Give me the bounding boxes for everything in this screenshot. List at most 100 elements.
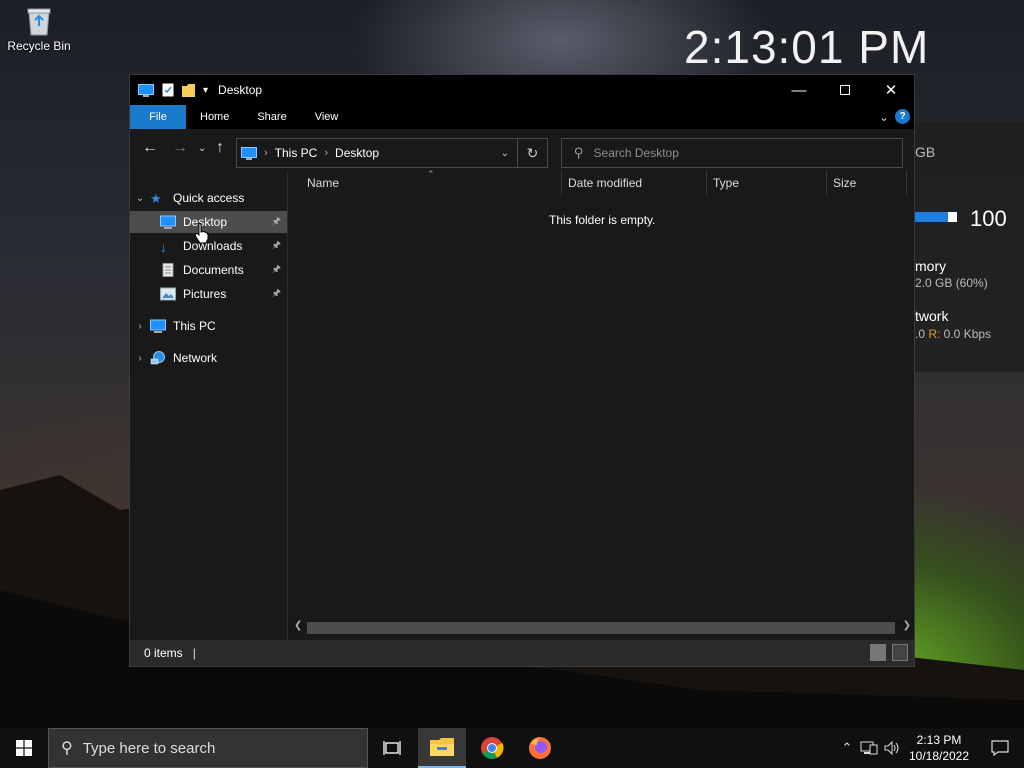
tab-view[interactable]: View	[301, 105, 353, 129]
taskbar-search-box[interactable]: ⚲ Type here to search	[48, 728, 368, 768]
network-status-icon[interactable]	[860, 741, 878, 755]
pin-icon[interactable]: 🖈	[272, 238, 281, 255]
recycle-bin-icon	[25, 6, 53, 36]
scrollbar-thumb[interactable]	[307, 622, 895, 634]
file-explorer-taskbar-button[interactable]	[418, 728, 466, 768]
search-input[interactable]	[593, 146, 874, 160]
sidebar-item-documents[interactable]: Documents 🖈	[130, 259, 287, 281]
customize-toolbar-icon[interactable]: ▾	[203, 85, 208, 96]
tab-share[interactable]: Share	[243, 105, 300, 129]
volume-icon[interactable]	[884, 741, 902, 755]
ribbon-right-controls: ⌄ ?	[879, 109, 910, 124]
download-arrow-icon: ↓	[160, 239, 167, 255]
file-list-pane[interactable]: ⌃ Name Date modified Type Size This fold…	[289, 169, 914, 641]
breadcrumb-this-pc[interactable]: This PC	[275, 146, 318, 160]
task-view-button[interactable]	[368, 728, 416, 768]
start-button[interactable]	[0, 728, 48, 768]
this-pc-icon	[150, 319, 166, 333]
close-icon: ✕	[884, 82, 898, 99]
refresh-icon[interactable]: ↻	[517, 139, 547, 167]
quick-access-toolbar: ▾	[130, 83, 208, 97]
taskbar: ⚲ Type here to search ⌃ 2:13 PM 10/18/20…	[0, 728, 1024, 768]
pin-icon[interactable]: 🖈	[272, 262, 281, 279]
sidebar-item-quick-access[interactable]: ⌄ ★ Quick access	[130, 187, 287, 209]
column-type[interactable]: Type	[707, 171, 827, 195]
network-r-label: R:	[928, 327, 941, 341]
sidebar-item-this-pc[interactable]: › This PC	[130, 315, 287, 337]
breadcrumb-desktop[interactable]: Desktop	[335, 146, 379, 160]
maximize-button[interactable]	[822, 75, 868, 105]
show-hidden-icons-chevron-up-icon[interactable]: ⌃	[838, 740, 856, 756]
cpu-usage-value: 100	[970, 206, 1007, 231]
status-bar: 0 items |	[130, 640, 914, 666]
notification-icon	[991, 740, 1009, 756]
scroll-left-icon[interactable]: ❮	[294, 620, 302, 631]
firefox-taskbar-button[interactable]	[516, 728, 564, 768]
sidebar-item-pictures[interactable]: Pictures 🖈	[130, 283, 287, 305]
pin-icon[interactable]: 🖈	[272, 214, 281, 231]
pin-icon[interactable]: 🖈	[272, 286, 281, 303]
up-arrow-icon[interactable]: ↑	[216, 139, 224, 157]
sidebar-label: This PC	[173, 319, 216, 333]
chevron-right-icon[interactable]: ›	[130, 321, 150, 332]
title-bar[interactable]: ▾ Desktop — ✕	[130, 75, 914, 105]
address-dropdown-icon[interactable]: ⌄	[501, 148, 509, 159]
desktop-folder-icon	[160, 215, 176, 229]
monitor-icon	[138, 83, 154, 97]
network-value: .0 R: 0.0 Kbps	[915, 327, 991, 341]
minimize-button[interactable]: —	[776, 75, 822, 105]
chrome-taskbar-button[interactable]	[468, 728, 516, 768]
address-bar[interactable]: › This PC › Desktop ⌄ ↻	[236, 138, 548, 168]
this-pc-icon	[241, 146, 257, 160]
window-controls: — ✕	[776, 75, 914, 105]
column-name[interactable]: Name	[289, 171, 562, 195]
breadcrumb-separator-icon: ›	[324, 147, 329, 159]
cpu-usage-bar	[915, 212, 957, 222]
maximize-icon	[840, 85, 850, 95]
large-icons-view-button[interactable]	[892, 644, 908, 661]
help-icon[interactable]: ?	[895, 109, 910, 124]
sidebar-label: Pictures	[183, 287, 227, 301]
recent-locations-chevron-icon[interactable]: ⌄	[198, 143, 206, 154]
taskbar-time: 2:13 PM	[916, 733, 962, 747]
action-center-button[interactable]	[980, 728, 1020, 768]
folder-icon	[430, 738, 454, 756]
memory-value: 2.0 GB (60%)	[915, 276, 988, 290]
chevron-right-icon[interactable]: ›	[130, 353, 150, 364]
close-button[interactable]: ✕	[868, 75, 914, 105]
column-date-modified[interactable]: Date modified	[562, 171, 707, 195]
scroll-right-icon[interactable]: ❯	[903, 620, 911, 631]
recycle-bin-desktop-icon[interactable]: Recycle Bin	[4, 6, 74, 53]
file-explorer-window[interactable]: ▾ Desktop — ✕ File Home Share View ⌄ ? ←…	[129, 74, 915, 667]
properties-icon[interactable]	[162, 83, 174, 97]
search-box[interactable]: ⚲	[561, 138, 903, 168]
sidebar-label: Downloads	[183, 239, 243, 253]
tab-home[interactable]: Home	[186, 105, 243, 129]
star-icon: ★	[150, 191, 162, 206]
system-tray: ⌃	[838, 728, 902, 768]
forward-arrow-icon[interactable]: →	[172, 139, 188, 157]
taskbar-clock[interactable]: 2:13 PM 10/18/2022	[904, 732, 974, 764]
search-icon: ⚲	[61, 740, 73, 757]
chevron-down-icon[interactable]: ⌄	[130, 193, 150, 204]
network-value-prefix: .0	[915, 327, 929, 341]
taskbar-date: 10/18/2022	[908, 749, 970, 763]
window-title: Desktop	[218, 83, 263, 97]
back-arrow-icon[interactable]: ←	[142, 139, 158, 157]
column-size[interactable]: Size	[827, 171, 907, 195]
horizontal-scrollbar[interactable]: ❮ ❯	[289, 620, 914, 635]
details-view-button[interactable]	[870, 644, 886, 661]
network-value-suffix: 0.0 Kbps	[940, 327, 992, 341]
sidebar-item-network[interactable]: › Network	[130, 347, 287, 369]
search-icon: ⚲	[574, 145, 584, 160]
minimize-icon: —	[791, 81, 807, 99]
pictures-icon	[160, 287, 176, 301]
expand-ribbon-icon[interactable]: ⌄	[879, 110, 889, 124]
taskbar-search-placeholder: Type here to search	[82, 739, 216, 757]
new-folder-icon[interactable]	[182, 83, 195, 97]
firefox-icon	[529, 737, 551, 759]
tab-file[interactable]: File	[130, 105, 186, 129]
breadcrumb-separator-icon: ›	[264, 147, 268, 159]
network-icon	[150, 351, 165, 365]
task-view-icon	[383, 741, 401, 755]
